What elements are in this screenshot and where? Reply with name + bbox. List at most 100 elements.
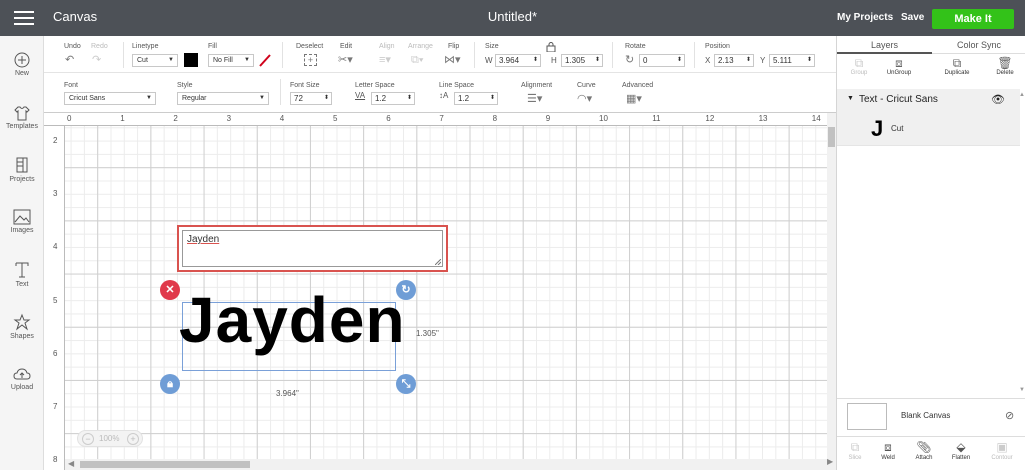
font-select[interactable]: Cricut Sans ▼ [64, 92, 156, 105]
redo-icon[interactable]: ↷ [92, 54, 101, 66]
linetype-label: Linetype [132, 43, 159, 50]
width-value: 3.964 [499, 56, 520, 65]
fill-select[interactable]: No Fill ▼ [208, 54, 254, 67]
letter-space-input[interactable]: 1.2 ⬍ [371, 92, 415, 105]
deselect-icon[interactable]: + [304, 54, 317, 66]
make-it-button[interactable]: Make It [932, 9, 1014, 29]
font-size-input[interactable]: 72 ⬍ [290, 92, 332, 105]
nav-shapes-label: Shapes [10, 333, 34, 340]
align-icon[interactable]: ≡▾ [379, 54, 391, 66]
ruler-tick-label: 7 [439, 114, 444, 123]
layer-group-header[interactable]: ▼ Text - Cricut Sans 👁︎ [837, 89, 1020, 110]
y-input[interactable]: 5.111 ⬍ [769, 54, 815, 67]
stepper-icon[interactable]: ⬍ [407, 93, 412, 104]
scissors-icon[interactable]: ✂▾ [338, 54, 353, 66]
contour-button[interactable]: ▣ Contour [987, 439, 1017, 461]
linetype-color-swatch[interactable] [184, 53, 198, 67]
attach-button[interactable]: 📎︎ Attach [909, 439, 939, 461]
no-fill-icon[interactable] [258, 53, 272, 67]
stepper-icon[interactable]: ⬍ [677, 55, 682, 66]
stepper-icon[interactable]: ⬍ [746, 55, 751, 66]
rotate-input[interactable]: 0 ⬍ [639, 54, 685, 67]
my-projects-link[interactable]: My Projects [837, 12, 893, 23]
width-label: W [485, 56, 493, 65]
height-input[interactable]: 1.305 ⬍ [561, 54, 603, 67]
scrollbar-thumb[interactable] [80, 461, 250, 468]
stepper-icon[interactable]: ⬍ [533, 55, 538, 66]
edit-toolbar: Undo Redo ↶ ↷ Linetype Cut ▼ Fill No Fill… [44, 36, 836, 73]
nav-new[interactable]: New [0, 52, 44, 77]
delete-button[interactable]: 🗑︎ Delete [985, 56, 1025, 76]
tab-layers[interactable]: Layers [871, 40, 898, 50]
ungroup-button[interactable]: ⧈ UnGroup [879, 56, 919, 76]
blank-canvas-row[interactable]: Blank Canvas ⊘ [837, 398, 1025, 433]
scale-handle-icon[interactable]: ⤡ [396, 374, 416, 394]
position-label: Position [705, 43, 730, 50]
line-space-input[interactable]: 1.2 ⬍ [454, 92, 498, 105]
linetype-select[interactable]: Cut ▼ [132, 54, 178, 67]
design-text[interactable]: Jayden [179, 283, 406, 357]
tab-underline [837, 52, 932, 54]
stepper-icon[interactable]: ⬍ [595, 55, 600, 66]
ungroup-label: UnGroup [886, 70, 912, 76]
slice-button[interactable]: ⧉ Slice [840, 439, 870, 461]
scroll-down-icon[interactable]: ▼ [1019, 387, 1025, 393]
weld-button[interactable]: ⧈ Weld [873, 439, 903, 461]
lock-handle-icon[interactable]: 🔒︎ [160, 374, 180, 394]
group-button[interactable]: ⧉ Group [839, 56, 879, 76]
horizontal-scrollbar[interactable]: ◀ [65, 459, 827, 470]
width-input[interactable]: 3.964 ⬍ [495, 54, 541, 67]
attach-label: Attach [915, 455, 933, 461]
style-label: Style [177, 82, 193, 89]
text-edit-box[interactable]: Jayden [177, 225, 448, 272]
x-label: X [705, 56, 711, 65]
arrange-icon[interactable]: ⧉▾ [411, 54, 423, 66]
text-edit-input[interactable]: Jayden [182, 230, 443, 267]
layer-item[interactable]: J Cut [837, 110, 1020, 146]
flip-icon[interactable]: ⋈▾ [444, 54, 461, 66]
stepper-icon[interactable]: ⬍ [324, 93, 329, 104]
stepper-icon[interactable]: ⬍ [807, 55, 812, 66]
tab-color-sync[interactable]: Color Sync [957, 40, 1001, 50]
blank-canvas-swatch[interactable] [847, 403, 887, 430]
nav-templates[interactable]: Templates [0, 105, 44, 130]
vertical-ruler: 2 3 4 5 6 7 8 [44, 126, 65, 470]
x-input[interactable]: 2.13 ⬍ [714, 54, 754, 67]
delete-handle-icon[interactable]: ✕ [160, 280, 180, 300]
save-button[interactable]: Save [901, 12, 924, 23]
align-text-icon[interactable]: ☰▾ [527, 93, 542, 105]
y-value: 5.111 [773, 56, 792, 65]
advanced-icon[interactable]: ▦▾ [626, 93, 642, 105]
scroll-right-icon[interactable]: ▶ [827, 457, 833, 466]
hidden-eye-icon[interactable]: ⊘ [1005, 409, 1014, 422]
eye-icon[interactable]: 👁︎ [991, 93, 1005, 106]
ruler-tick-label: 3 [53, 189, 58, 199]
nav-text[interactable]: Text [0, 261, 44, 288]
scroll-left-icon[interactable]: ◀ [68, 459, 74, 468]
nav-projects[interactable]: Projects [0, 156, 44, 183]
nav-shapes[interactable]: Shapes [0, 313, 44, 340]
resize-grip-icon[interactable] [435, 259, 441, 265]
scrollbar-thumb[interactable] [828, 127, 835, 147]
nav-images[interactable]: Images [0, 209, 44, 234]
zoom-in-icon[interactable]: + [127, 433, 139, 445]
toolbar-divider [474, 42, 475, 68]
scroll-up-icon[interactable]: ▲ [1019, 92, 1025, 98]
zoom-out-icon[interactable]: − [82, 433, 94, 445]
ruler-tick-label: 8 [492, 114, 498, 123]
undo-icon[interactable]: ↶ [65, 54, 74, 66]
stepper-icon[interactable]: ⬍ [490, 93, 495, 104]
zoom-level: 100% [99, 434, 120, 443]
lock-icon[interactable] [546, 42, 556, 52]
flatten-button[interactable]: ⬙ Flatten [946, 439, 976, 461]
collapse-icon[interactable]: ▼ [847, 95, 854, 102]
nav-templates-label: Templates [6, 123, 38, 130]
design-canvas[interactable]: 0 1 2 3 4 5 6 7 8 9 10 11 12 13 14 2345678 Jayden Jayd… [44, 113, 827, 470]
duplicate-button[interactable]: ⧉ Duplicate [937, 56, 977, 76]
style-select[interactable]: Regular ▼ [177, 92, 269, 105]
nav-upload[interactable]: Upload [0, 366, 44, 391]
vertical-scrollbar[interactable]: ▶ [827, 113, 836, 470]
rotate-handle-icon[interactable]: ↻ [396, 280, 416, 300]
curve-icon[interactable]: ◠▾ [577, 93, 592, 105]
nav-projects-label: Projects [9, 176, 35, 183]
